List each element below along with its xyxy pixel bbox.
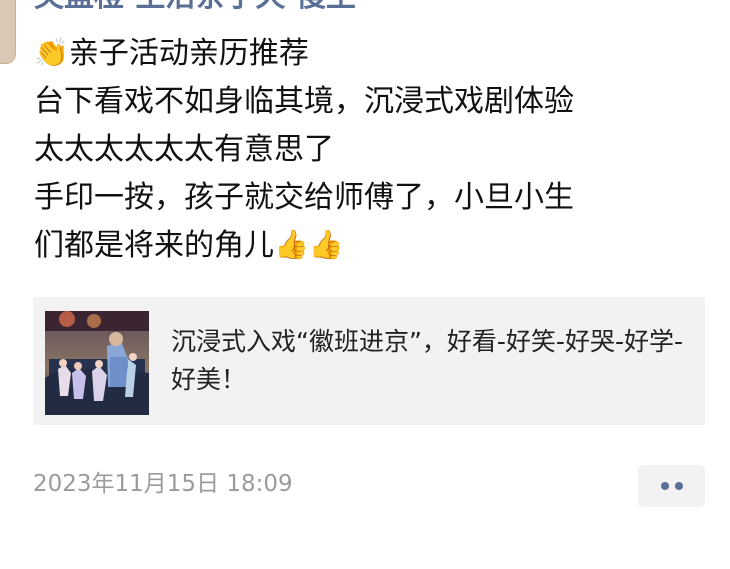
post-line-recommendation: 👏亲子活动亲历推荐	[34, 30, 714, 78]
post-line-text: 亲子活动亲历推荐	[68, 36, 309, 71]
author-name[interactable]: 芙蓝橙·生活亲子天 慢生	[34, 0, 356, 17]
more-options-icon	[661, 482, 669, 490]
post-line-experience: 台下看戏不如身临其境，沉浸式戏剧体验	[34, 84, 574, 119]
post-line-handprint: 手印一按，孩子就交给师傅了，小旦小生	[34, 180, 574, 215]
avatar[interactable]	[0, 0, 16, 64]
post-line-fun: 太太太太太太有意思了	[34, 132, 334, 167]
shared-article-title[interactable]: 沉浸式入戏“徽班进京”，好看-好笑-好哭-好学-好美！	[171, 323, 691, 399]
thumbs-up-icon: 👍👍	[274, 227, 344, 261]
shared-article-card[interactable]: 沉浸式入戏“徽班进京”，好看-好笑-好哭-好学-好美！	[33, 297, 705, 425]
post-line-future-stars: 们都是将来的角儿👍👍	[34, 222, 714, 270]
post-line-text: 们都是将来的角儿	[34, 228, 274, 263]
clapping-hands-icon: 👏	[34, 35, 69, 69]
more-options-button[interactable]	[638, 465, 705, 507]
post-text: 👏亲子活动亲历推荐 台下看戏不如身临其境，沉浸式戏剧体验 太太太太太太有意思了 …	[34, 30, 714, 270]
stage-performance-thumbnail-icon[interactable]	[45, 311, 149, 415]
post-timestamp: 2023年11月15日 18:09	[33, 471, 293, 497]
stage-performance-thumbnail-icon	[45, 311, 149, 415]
more-options-icon	[675, 482, 683, 490]
wechat-moment-post: 芙蓝橙·生活亲子天 慢生 👏亲子活动亲历推荐 台下看戏不如身临其境，沉浸式戏剧体…	[0, 0, 730, 569]
